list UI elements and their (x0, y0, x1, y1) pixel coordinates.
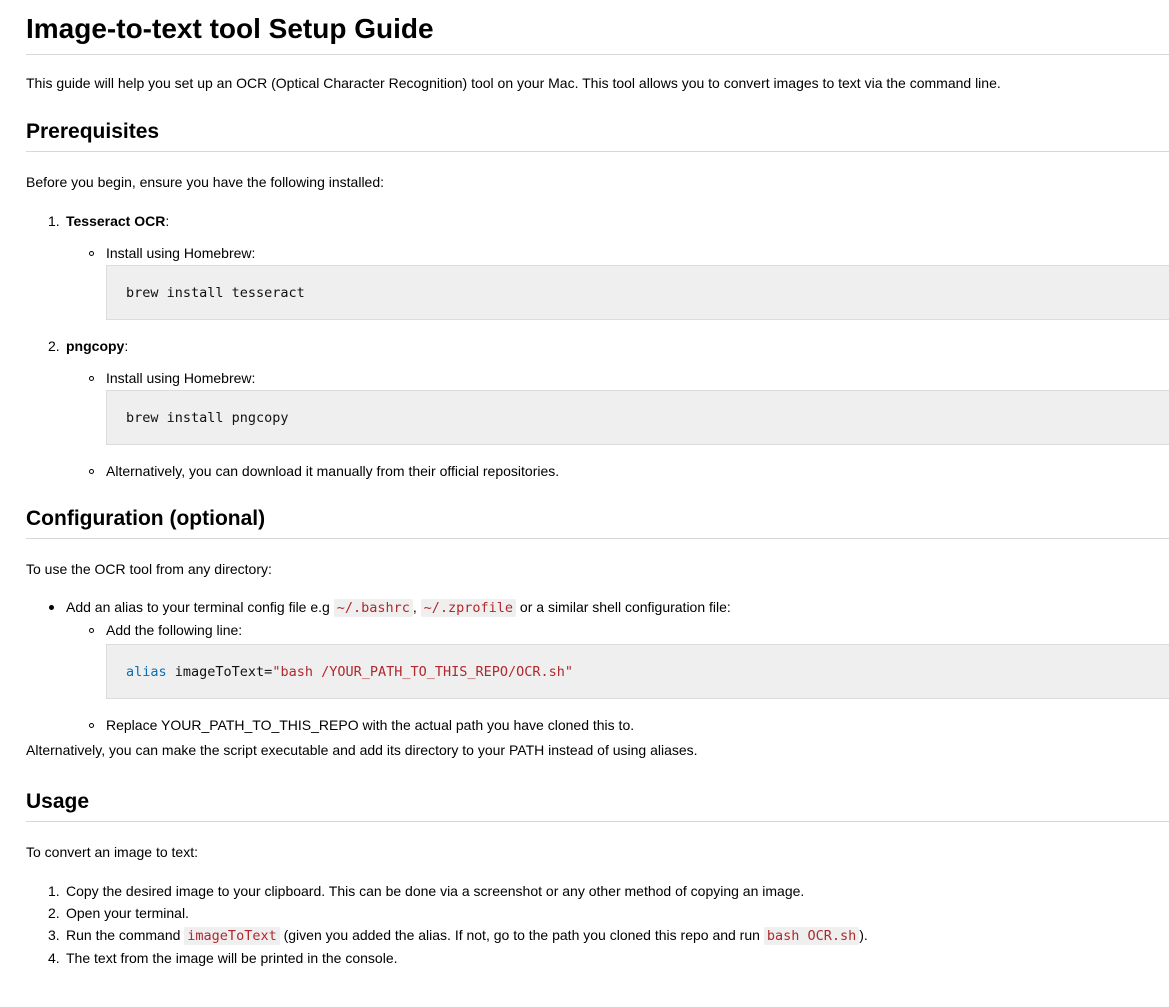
prereq-name: pngcopy (66, 338, 125, 354)
circle-bullet-icon (89, 469, 94, 474)
inline-code-bash-ocr: bash OCR.sh (763, 927, 860, 945)
code-keyword: alias (126, 663, 167, 680)
code-text[interactable]: alias imageToText="bash /YOUR_PATH_TO_TH… (126, 664, 573, 680)
list-number: 3. (48, 927, 60, 943)
code-block[interactable]: brew install pngcopy (106, 390, 1169, 445)
list-item: 2. Open your terminal. (48, 905, 189, 921)
list-item: Add an alias to your terminal config fil… (26, 598, 1169, 734)
inline-code-bashrc: ~/.bashrc (333, 599, 413, 617)
sub-list: Add the following line: alias imageToTex… (26, 621, 1169, 734)
circle-bullet-icon (89, 628, 94, 633)
list-item: Install using Homebrew: brew install png… (26, 369, 1169, 445)
intro-text: This guide will help you set up an OCR (… (26, 75, 1001, 91)
circle-bullet-icon (89, 723, 94, 728)
code-text[interactable]: brew install tesseract (126, 285, 305, 301)
prerequisites-heading: Prerequisites (26, 119, 1169, 152)
disc-bullet-icon (49, 605, 54, 610)
prerequisites-list: 1. Tesseract OCR: Install using Homebrew… (26, 212, 1169, 480)
list-item: 4. The text from the image will be print… (48, 950, 398, 966)
list-number: 1. (48, 213, 60, 229)
usage-heading: Usage (26, 789, 1169, 822)
code-string: "bash /YOUR_PATH_TO_THIS_REPO/OCR.sh" (272, 663, 574, 680)
usage-list: 1. Copy the desired image to your clipbo… (26, 882, 1169, 967)
list-item: 1. Copy the desired image to your clipbo… (48, 883, 805, 899)
code-text[interactable]: brew install pngcopy (126, 410, 289, 426)
code-block[interactable]: brew install tesseract (106, 265, 1169, 320)
configuration-lead: To use the OCR tool from any directory: (26, 561, 272, 577)
prereq-name: Tesseract OCR (66, 213, 166, 229)
sub-list: Install using Homebrew: brew install tes… (26, 244, 1169, 320)
list-number: 4. (48, 950, 60, 966)
list-number: 2. (48, 338, 60, 354)
page-title: Image-to-text tool Setup Guide (26, 0, 1169, 55)
configuration-heading: Configuration (optional) (26, 506, 1169, 539)
usage-lead: To convert an image to text: (26, 844, 198, 860)
list-item: 2. pngcopy: Install using Homebrew: brew… (26, 337, 1169, 480)
list-item: Alternatively, you can download it manua… (26, 462, 1169, 480)
sub-list: Install using Homebrew: brew install png… (26, 369, 1169, 480)
document: Image-to-text tool Setup Guide This guid… (26, 0, 1169, 967)
list-item: 1. Tesseract OCR: Install using Homebrew… (26, 212, 1169, 320)
prerequisites-lead: Before you begin, ensure you have the fo… (26, 174, 385, 190)
inline-code-zprofile: ~/.zprofile (420, 599, 517, 617)
code-block[interactable]: alias imageToText="bash /YOUR_PATH_TO_TH… (106, 644, 1169, 699)
configuration-list: Add an alias to your terminal config fil… (26, 598, 1169, 734)
circle-bullet-icon (89, 251, 94, 256)
configuration-alt: Alternatively, you can make the script e… (26, 742, 698, 758)
list-number: 2. (48, 905, 60, 921)
inline-code-imagetotext: imageToText (184, 927, 280, 945)
list-item: Replace YOUR_PATH_TO_THIS_REPO with the … (26, 716, 1169, 734)
list-item: Install using Homebrew: brew install tes… (26, 244, 1169, 320)
list-item: 3. Run the command imageToText (given yo… (48, 927, 868, 945)
circle-bullet-icon (89, 376, 94, 381)
list-number: 1. (48, 883, 60, 899)
list-item: Add the following line: alias imageToTex… (26, 621, 1169, 699)
